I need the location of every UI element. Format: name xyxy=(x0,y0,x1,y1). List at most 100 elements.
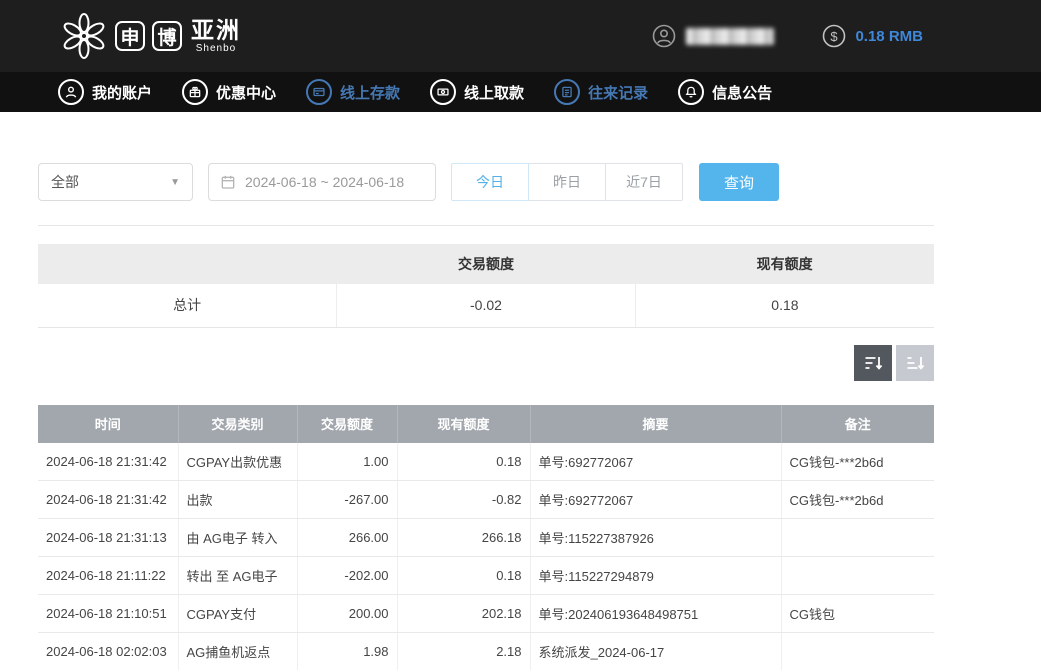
nav-item-online-deposit[interactable]: 线上存款 xyxy=(306,79,400,105)
balance-chip: $ 0.18 RMB xyxy=(822,24,923,48)
cell-note xyxy=(781,633,934,670)
site-logo[interactable]: 申 博 亚洲 Shenbo xyxy=(60,12,241,60)
summary-header-trade-amount: 交易额度 xyxy=(337,244,636,284)
yesterday-button[interactable]: 昨日 xyxy=(528,163,606,201)
cell-time: 2024-06-18 21:10:51 xyxy=(38,595,178,633)
search-button[interactable]: 查询 xyxy=(699,163,779,201)
summary-header-current-amount: 现有额度 xyxy=(635,244,934,284)
cell-type: 出款 xyxy=(178,481,297,519)
cell-time: 2024-06-18 21:11:22 xyxy=(38,557,178,595)
cell-balance: 202.18 xyxy=(397,595,530,633)
cell-balance: 0.18 xyxy=(397,443,530,481)
nav-item-transaction-records[interactable]: 往来记录 xyxy=(554,79,648,105)
sort-asc-icon xyxy=(905,353,925,373)
svg-text:$: $ xyxy=(831,29,839,44)
cell-type: CGPAY出款优惠 xyxy=(178,443,297,481)
nav-item-online-withdraw[interactable]: 线上取款 xyxy=(430,79,524,105)
records-table: 时间 交易类别 交易额度 现有额度 摘要 备注 2024-06-18 21:31… xyxy=(38,405,934,670)
logo-region: 亚洲 Shenbo xyxy=(191,18,241,53)
withdraw-icon xyxy=(430,79,456,105)
nav-label: 往来记录 xyxy=(588,82,648,103)
quick-date-buttons: 今日 昨日 近7日 xyxy=(451,163,683,201)
cell-type: 转出 至 AG电子 xyxy=(178,557,297,595)
cell-balance: 2.18 xyxy=(397,633,530,670)
table-row: 2024-06-18 21:11:22 转出 至 AG电子 -202.00 0.… xyxy=(38,557,934,595)
sort-desc-button[interactable] xyxy=(854,345,892,381)
nav-item-my-account[interactable]: 我的账户 xyxy=(58,79,152,105)
header-note: 备注 xyxy=(781,405,934,443)
logo-region-text: 亚洲 xyxy=(191,18,241,42)
cell-note: CG钱包 xyxy=(781,595,934,633)
header-time: 时间 xyxy=(38,405,178,443)
flower-logo-icon xyxy=(60,12,108,60)
logo-char-bo: 博 xyxy=(152,21,182,51)
table-row: 2024-06-18 21:31:42 CGPAY出款优惠 1.00 0.18 … xyxy=(38,443,934,481)
today-button[interactable]: 今日 xyxy=(451,163,529,201)
user-name-blurred xyxy=(686,28,774,45)
records-header-row: 时间 交易类别 交易额度 现有额度 摘要 备注 xyxy=(38,405,934,443)
sort-asc-button[interactable] xyxy=(896,345,934,381)
cell-summary: 单号:692772067 xyxy=(530,481,781,519)
nav-item-promotions[interactable]: 优惠中心 xyxy=(182,79,276,105)
logo-subtitle: Shenbo xyxy=(196,43,236,54)
cell-type: AG捕鱼机返点 xyxy=(178,633,297,670)
divider xyxy=(38,225,934,226)
deposit-icon xyxy=(306,79,332,105)
summary-table: 交易额度 现有额度 总计 -0.02 0.18 xyxy=(38,244,934,328)
cell-amount: 200.00 xyxy=(297,595,397,633)
cell-summary: 单号:115227294879 xyxy=(530,557,781,595)
table-row: 2024-06-18 21:31:13 由 AG电子 转入 266.00 266… xyxy=(38,519,934,557)
sort-controls xyxy=(38,345,934,381)
nav-label: 线上存款 xyxy=(340,82,400,103)
nav-item-announcements[interactable]: 信息公告 xyxy=(678,79,772,105)
cell-summary: 系统派发_2024-06-17 xyxy=(530,633,781,670)
user-account-chip[interactable] xyxy=(652,24,774,48)
sort-desc-icon xyxy=(863,353,883,373)
summary-total-label: 总计 xyxy=(38,284,337,327)
filter-row: 全部 ▼ 2024-06-18 ~ 2024-06-18 今日 昨日 近7日 查… xyxy=(38,163,934,201)
header-type: 交易类别 xyxy=(178,405,297,443)
coupon-icon xyxy=(182,79,208,105)
main-nav: 我的账户 优惠中心 线上存款 线上取款 往来记录 xyxy=(0,72,1041,112)
nav-label: 线上取款 xyxy=(464,82,524,103)
cell-time: 2024-06-18 02:02:03 xyxy=(38,633,178,670)
nav-label: 我的账户 xyxy=(92,82,152,103)
table-row: 2024-06-18 02:02:03 AG捕鱼机返点 1.98 2.18 系统… xyxy=(38,633,934,670)
header-right: $ 0.18 RMB xyxy=(652,24,923,48)
coin-icon: $ xyxy=(822,24,846,48)
cell-amount: -202.00 xyxy=(297,557,397,595)
summary-header-empty xyxy=(38,244,337,284)
cell-note xyxy=(781,519,934,557)
cell-note xyxy=(781,557,934,595)
logo-char-shen: 申 xyxy=(115,21,145,51)
last-7-days-button[interactable]: 近7日 xyxy=(605,163,683,201)
transaction-type-select[interactable]: 全部 ▼ xyxy=(38,163,193,201)
cell-summary: 单号:115227387926 xyxy=(530,519,781,557)
cell-amount: 1.00 xyxy=(297,443,397,481)
content-area: 全部 ▼ 2024-06-18 ~ 2024-06-18 今日 昨日 近7日 查… xyxy=(38,163,934,670)
calendar-icon xyxy=(220,174,236,190)
chevron-down-icon: ▼ xyxy=(170,177,180,188)
balance-amount: 0.18 RMB xyxy=(855,28,923,45)
cell-amount: 1.98 xyxy=(297,633,397,670)
summary-trade-amount: -0.02 xyxy=(337,284,636,327)
cell-balance: 266.18 xyxy=(397,519,530,557)
type-select-value: 全部 xyxy=(51,172,79,192)
summary-header-row: 交易额度 现有额度 xyxy=(38,244,934,284)
table-row: 2024-06-18 21:31:42 出款 -267.00 -0.82 单号:… xyxy=(38,481,934,519)
cell-time: 2024-06-18 21:31:13 xyxy=(38,519,178,557)
cell-type: CGPAY支付 xyxy=(178,595,297,633)
top-header: 申 博 亚洲 Shenbo $ 0.18 RMB xyxy=(0,0,1041,72)
cell-amount: -267.00 xyxy=(297,481,397,519)
summary-current-amount: 0.18 xyxy=(635,284,934,327)
user-icon xyxy=(58,79,84,105)
table-row: 2024-06-18 21:10:51 CGPAY支付 200.00 202.1… xyxy=(38,595,934,633)
header-amount: 交易额度 xyxy=(297,405,397,443)
cell-summary: 单号:692772067 xyxy=(530,443,781,481)
date-range-input[interactable]: 2024-06-18 ~ 2024-06-18 xyxy=(208,163,436,201)
nav-label: 优惠中心 xyxy=(216,82,276,103)
header-balance: 现有额度 xyxy=(397,405,530,443)
cell-balance: -0.82 xyxy=(397,481,530,519)
cell-balance: 0.18 xyxy=(397,557,530,595)
cell-note: CG钱包-***2b6d xyxy=(781,481,934,519)
